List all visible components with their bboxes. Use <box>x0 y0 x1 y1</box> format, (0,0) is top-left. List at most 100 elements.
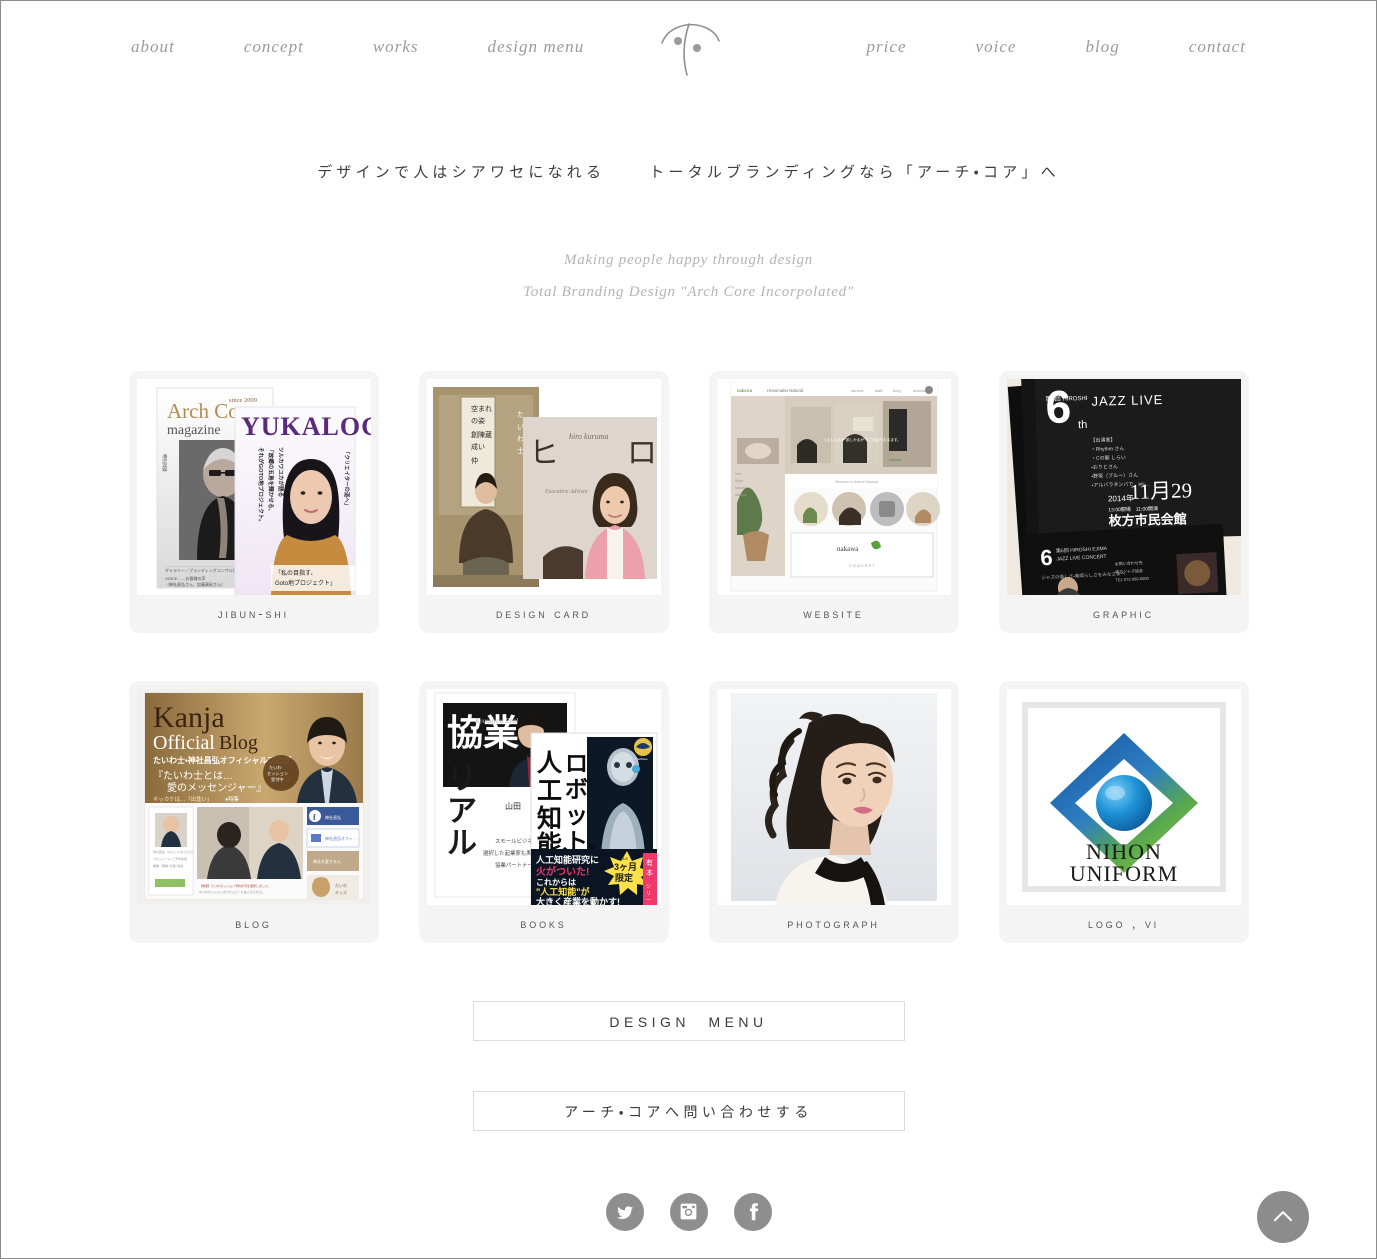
blog-artwork: Kanja Official Blog たいわ士・神社昌弘オフィシャルブログ 『… <box>136 688 371 905</box>
primary-nav-left: about concept works design menu <box>131 37 653 57</box>
svg-text:VOICE……お客様の声: VOICE……お客様の声 <box>165 575 205 581</box>
work-thumb-jibun-shi: Arch Core magazine since 2009 特別対談 ギャラリー… <box>136 378 371 595</box>
svg-text:staff: staff <box>875 388 883 393</box>
svg-text:TheWave: TheWave <box>575 897 593 902</box>
svg-text:仲: 仲 <box>471 456 478 465</box>
svg-text:Goto地プロジェクト」: Goto地プロジェクト」 <box>275 579 336 587</box>
svg-text:空まれ: 空まれ <box>471 405 492 413</box>
svg-text:ギャラリー／ブランディングコンサル現場: ギャラリー／ブランディングコンサル現場 <box>165 567 241 573</box>
photograph-artwork <box>716 688 951 905</box>
svg-text:キッカケは…「出逢い」: キッカケは…「出逢い」 <box>153 795 212 803</box>
svg-text:ル: ル <box>447 827 477 860</box>
svg-text:6: 6 <box>1039 544 1053 570</box>
svg-text:nakawa: nakawa <box>889 457 901 462</box>
svg-text:Hosomaku Natural: Hosomaku Natural <box>767 388 803 393</box>
svg-text:【重要】たいわセッション予約状況を更新しました。: 【重要】たいわセッション予約状況を更新しました。 <box>199 883 271 888</box>
nav-item-about[interactable]: about <box>131 37 175 57</box>
work-thumb-books: 協業 リ ア ル Kyougyou Real 山田 スモールビジネスを 選択した… <box>426 688 661 905</box>
design-menu-button[interactable]: DESIGN MENU <box>472 1000 905 1041</box>
work-card-design-card[interactable]: 空まれ の姿 創陳蔵 成い 仲 たいわ士 ヒ ロ hiro kuruma Exe… <box>418 370 669 633</box>
svg-text:"人工知能"が: "人工知能"が <box>536 886 591 897</box>
svg-text:ー: ー <box>646 898 651 904</box>
svg-text:ちいわセッションのスケジュールはこちらから。: ちいわセッションのスケジュールはこちらから。 <box>199 889 265 894</box>
svg-text:TheWave: TheWave <box>635 757 648 761</box>
scroll-to-top-button[interactable]: page top <box>1257 1191 1309 1243</box>
nav-item-design-menu[interactable]: design menu <box>488 37 585 57</box>
nav-item-price[interactable]: price <box>867 37 907 57</box>
svg-text:枚方市民会館: 枚方市民会館 <box>1108 511 1186 528</box>
svg-text:ロ: ロ <box>627 437 657 470</box>
svg-text:協業パートナー: 協業パートナー <box>495 861 533 869</box>
nav-item-contact[interactable]: contact <box>1189 37 1246 57</box>
site-logo[interactable] <box>654 17 724 83</box>
work-label-books: BOOKS <box>520 915 567 931</box>
work-card-books[interactable]: 協業 リ ア ル Kyougyou Real 山田 スモールビジネスを 選択した… <box>418 680 669 943</box>
work-label-logo-vi: LOGO , VI <box>1087 915 1160 931</box>
svg-text:ロ: ロ <box>565 750 588 776</box>
site-header: about concept works design menu price vo… <box>1 1 1376 97</box>
svg-text:・野坂（ブルー）さん: ・野坂（ブルー）さん <box>1091 471 1138 479</box>
svg-text:・Cの賑 しらい: ・Cの賑 しらい <box>1090 454 1125 461</box>
svg-text:受付中: 受付中 <box>271 776 284 783</box>
svg-text:hiro kuruma: hiro kuruma <box>569 432 608 441</box>
svg-text:ボ: ボ <box>565 776 588 802</box>
twitter-icon[interactable] <box>605 1192 644 1231</box>
work-label-website: WEBSITE <box>803 605 864 621</box>
works-grid: Arch Core magazine since 2009 特別対談 ギャラリー… <box>128 370 1249 943</box>
chevron-up-icon <box>1273 1211 1293 1222</box>
work-card-graphic[interactable]: 6 th JAZZ LIVE 第6回 HIROSHI 【出演者】 ・Rhythm… <box>998 370 1249 633</box>
svg-text:「故郷の五島を輝かせる、: 「故郷の五島を輝かせる、 <box>267 447 275 514</box>
svg-text:（神社昌弘さん、加藤真紀さん）: （神社昌弘さん、加藤真紀さん） <box>165 581 225 587</box>
svg-text:nakawa: nakawa <box>837 545 859 553</box>
svg-text:【出演者】: 【出演者】 <box>1090 436 1115 444</box>
svg-text:わ: わ <box>517 435 524 443</box>
svg-text:th: th <box>1077 418 1086 430</box>
work-thumb-photograph <box>716 688 951 905</box>
nav-item-voice[interactable]: voice <box>976 37 1017 57</box>
work-label-design-card: DESIGN CARD <box>495 605 592 621</box>
arch-core-logo-icon <box>660 23 720 76</box>
svg-text:た: た <box>517 411 524 419</box>
facebook-icon[interactable] <box>733 1192 772 1231</box>
svg-text:6: 6 <box>1044 380 1071 433</box>
svg-text:Executive Advisor: Executive Advisor <box>544 489 589 495</box>
svg-text:blog: blog <box>893 388 901 393</box>
svg-text:たいわ: たいわ <box>335 882 347 888</box>
svg-text:たいわ: たいわ <box>269 764 282 771</box>
svg-text:2014年: 2014年 <box>1107 492 1133 503</box>
work-card-jibun-shi[interactable]: Arch Core magazine since 2009 特別対談 ギャラリー… <box>128 370 379 633</box>
contact-button[interactable]: アーチ・コアへ問い合わせする <box>472 1090 905 1131</box>
svg-text:業種／職種 /日程 /料金: 業種／職種 /日程 /料金 <box>153 863 183 868</box>
work-thumb-graphic: 6 th JAZZ LIVE 第6回 HIROSHI 【出演者】 ・Rhythm… <box>1006 378 1241 595</box>
nav-item-blog[interactable]: blog <box>1086 37 1120 57</box>
work-card-website[interactable]: nakawa Hosomaku Natural service staff blog… <box>708 370 959 633</box>
svg-text:キッズ: キッズ <box>335 889 347 895</box>
design-card-artwork: 空まれの姿 創陳蔵成い 仲 たいわ士 ヒ ロ hiro kuruma Execu… <box>426 378 661 595</box>
svg-text:神社昌弘（かんじゃまさひろ）: 神社昌弘（かんじゃまさひろ） <box>153 849 195 854</box>
svg-text:「私の目指す、: 「私の目指す、 <box>275 569 317 577</box>
books-artwork: 協業 リ ア ル Kyougyou Real 山田 スモールビジネスを 選択した… <box>426 688 661 905</box>
svg-text:Official: Official <box>153 732 215 754</box>
svg-text:ツルカワユカが語る: ツルカワユカが語る <box>277 447 285 497</box>
svg-text:これからは: これからは <box>536 878 576 887</box>
svg-text:●特集: ●特集 <box>225 795 240 803</box>
svg-text:火がついた!: 火がついた! <box>536 865 589 878</box>
svg-text:2015-8: 2015-8 <box>617 857 628 861</box>
svg-text:リ: リ <box>646 891 651 897</box>
work-label-graphic: GRAPHIC <box>1092 605 1155 621</box>
svg-text:神社昌弘オフィ…: 神社昌弘オフィ… <box>325 835 357 841</box>
work-card-logo-vi[interactable]: NIHON UNIFORM LOGO , VI <box>998 680 1249 943</box>
svg-text:f: f <box>313 813 316 822</box>
svg-text:Kanja: Kanja <box>153 701 225 734</box>
instagram-icon[interactable] <box>669 1192 708 1231</box>
svg-text:3ヶ月: 3ヶ月 <box>614 862 637 872</box>
svg-text:愛のメッセンジャー』: 愛のメッセンジャー』 <box>167 781 267 794</box>
work-card-photograph[interactable]: PHOTOGRAPH <box>708 680 959 943</box>
nav-item-works[interactable]: works <box>373 37 419 57</box>
svg-text:CONCEPT: CONCEPT <box>849 563 876 568</box>
nav-item-concept[interactable]: concept <box>244 37 304 57</box>
svg-text:『たいわ士とは…: 『たいわ士とは… <box>153 769 233 782</box>
work-card-blog[interactable]: Kanja Official Blog たいわ士・神社昌弘オフィシャルブログ 『… <box>128 680 379 943</box>
work-thumb-website: nakawa Hosomaku Natural service staff blog… <box>716 378 951 595</box>
svg-text:工: 工 <box>537 777 562 805</box>
